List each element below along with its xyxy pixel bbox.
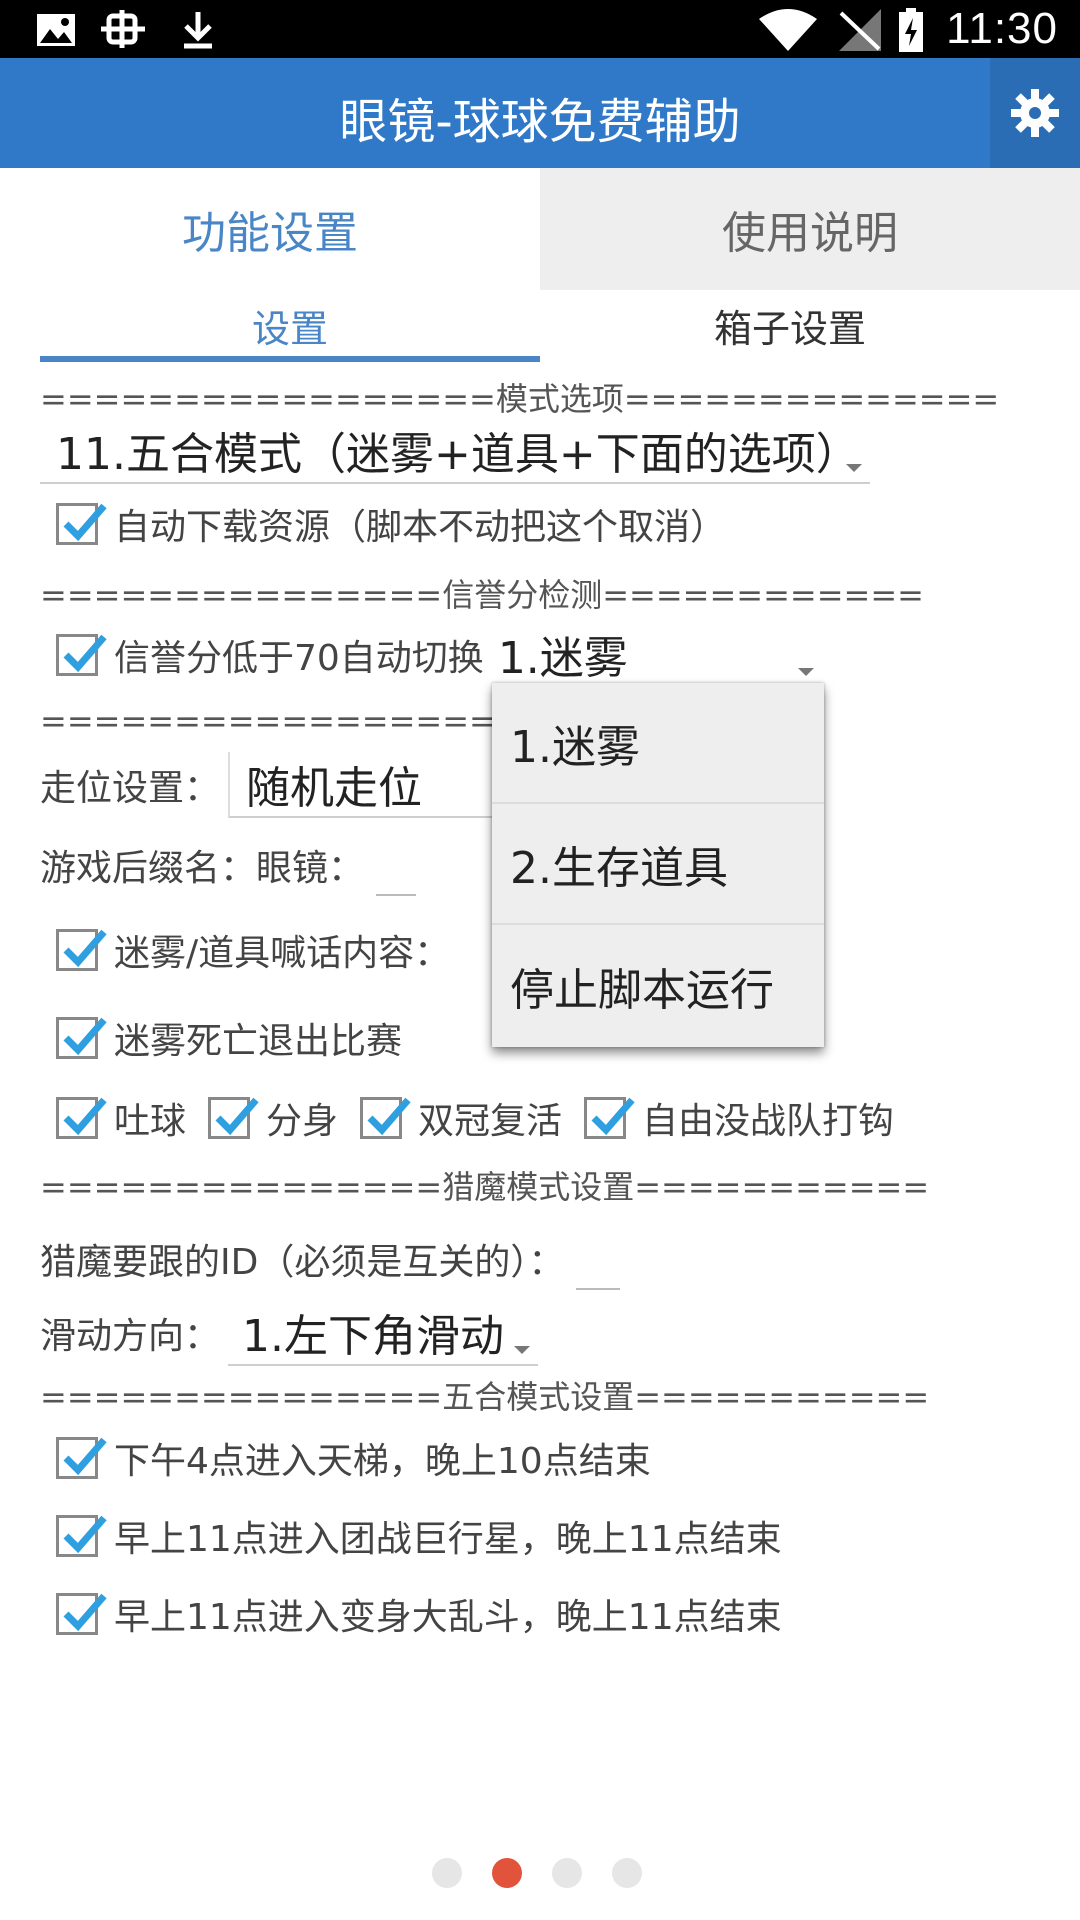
split-checkbox[interactable] bbox=[208, 1097, 259, 1139]
spit-ball-checkbox[interactable] bbox=[56, 1097, 107, 1139]
chevron-down-icon bbox=[797, 668, 814, 676]
swipe-direction-select[interactable]: 1.左下角滑动 bbox=[228, 1300, 539, 1366]
game-suffix-row: 游戏后缀名：眼镜： bbox=[40, 834, 417, 896]
section-five-mode: ===============五合模式设置=========== bbox=[40, 1372, 929, 1418]
auto-download-label: 自动下载资源（脚本不动把这个取消） bbox=[114, 507, 727, 548]
chat-content-checkbox[interactable] bbox=[56, 929, 107, 971]
credit-switch-dropdown: 1.迷雾 2.生存道具 停止脚本运行 bbox=[492, 683, 824, 1047]
chevron-down-icon bbox=[846, 464, 862, 472]
mode-select[interactable]: 11.五合模式（迷雾+道具+下面的选项） bbox=[40, 418, 870, 484]
dropdown-option-stop-script[interactable]: 停止脚本运行 bbox=[492, 925, 824, 1046]
check-icon bbox=[63, 1515, 107, 1554]
section-credit-label: ===============信誉分检测============ bbox=[40, 576, 924, 614]
section-mode: =================模式选项============== bbox=[40, 374, 999, 420]
free-no-team-label: 自由没战队打钩 bbox=[642, 1101, 895, 1142]
credit-switch-label: 信誉分低于70自动切换 bbox=[114, 638, 484, 679]
credit-switch-checkbox[interactable] bbox=[56, 634, 107, 676]
credit-switch-row: 信誉分低于70自动切换 1.迷雾 bbox=[56, 622, 822, 688]
page-dot[interactable] bbox=[432, 1858, 462, 1888]
check-icon bbox=[63, 1097, 107, 1136]
auto-download-row: 自动下载资源（脚本不动把这个取消） bbox=[56, 498, 726, 550]
section-hunt: ===============猎魔模式设置=========== bbox=[40, 1162, 929, 1208]
check-icon bbox=[367, 1097, 411, 1136]
mode-select-value: 11.五合模式（迷雾+道具+下面的选项） bbox=[56, 429, 860, 480]
walk-setting-select[interactable]: 随机走位 bbox=[228, 752, 499, 818]
fog-death-exit-checkbox[interactable] bbox=[56, 1017, 107, 1059]
walk-setting-value: 随机走位 bbox=[246, 763, 423, 814]
five-mode-option-row: 下午4点进入天梯，晚上10点结束 bbox=[56, 1432, 651, 1484]
page-indicator bbox=[432, 1858, 672, 1888]
section-hunt-label: ===============猎魔模式设置=========== bbox=[40, 1168, 930, 1206]
spit-ball-label: 吐球 bbox=[114, 1101, 187, 1142]
double-crown-revive-label: 双冠复活 bbox=[418, 1101, 563, 1142]
swipe-direction-value: 1.左下角滑动 bbox=[242, 1311, 504, 1362]
game-suffix-label: 游戏后缀名：眼镜： bbox=[40, 848, 365, 889]
walk-setting-row: 走位设置： 随机走位 bbox=[40, 752, 499, 818]
transform-brawl-checkbox[interactable] bbox=[56, 1593, 107, 1635]
hunt-id-label: 猎魔要跟的ID（必须是互关的）： bbox=[40, 1242, 565, 1283]
check-icon bbox=[215, 1097, 259, 1136]
chevron-down-icon bbox=[514, 1346, 531, 1354]
walk-setting-label: 走位设置： bbox=[40, 768, 221, 809]
section-mode-label: =================模式选项============== bbox=[40, 380, 1000, 418]
dropdown-option-survival-items[interactable]: 2.生存道具 bbox=[492, 804, 824, 925]
check-icon bbox=[63, 1437, 107, 1476]
game-suffix-input[interactable] bbox=[376, 874, 417, 896]
check-icon bbox=[63, 634, 107, 673]
check-icon bbox=[63, 1593, 107, 1632]
credit-switch-select[interactable]: 1.迷雾 bbox=[491, 622, 822, 688]
fog-death-exit-row: 迷雾死亡退出比赛 bbox=[56, 1012, 402, 1064]
ladder-label: 下午4点进入天梯，晚上10点结束 bbox=[114, 1441, 651, 1482]
chat-content-label: 迷雾/道具喊话内容： bbox=[114, 933, 451, 974]
hunt-id-row: 猎魔要跟的ID（必须是互关的）： bbox=[40, 1228, 621, 1290]
ladder-checkbox[interactable] bbox=[56, 1437, 107, 1479]
swipe-direction-label: 滑动方向： bbox=[40, 1316, 221, 1357]
fog-death-exit-label: 迷雾死亡退出比赛 bbox=[114, 1021, 403, 1062]
split-label: 分身 bbox=[266, 1101, 339, 1142]
check-icon bbox=[591, 1097, 635, 1136]
page-dot[interactable] bbox=[552, 1858, 582, 1888]
auto-download-checkbox[interactable] bbox=[56, 503, 107, 545]
section-credit: ===============信誉分检测============ bbox=[40, 570, 924, 616]
page-dot[interactable] bbox=[612, 1858, 642, 1888]
credit-switch-value: 1.迷雾 bbox=[497, 633, 628, 684]
team-battle-label: 早上11点进入团战巨行星，晚上11点结束 bbox=[114, 1519, 782, 1560]
check-icon bbox=[63, 929, 107, 968]
double-crown-revive-checkbox[interactable] bbox=[360, 1097, 411, 1139]
five-mode-option-row: 早上11点进入团战巨行星，晚上11点结束 bbox=[56, 1510, 782, 1562]
team-battle-checkbox[interactable] bbox=[56, 1515, 107, 1557]
toggles-row: 吐球 分身 双冠复活 自由没战队打钩 bbox=[56, 1092, 894, 1144]
section-five-mode-label: ===============五合模式设置=========== bbox=[40, 1378, 930, 1416]
mode-row: 11.五合模式（迷雾+道具+下面的选项） bbox=[40, 418, 870, 484]
transform-brawl-label: 早上11点进入变身大乱斗，晚上11点结束 bbox=[114, 1597, 782, 1638]
five-mode-option-row: 早上11点进入变身大乱斗，晚上11点结束 bbox=[56, 1588, 782, 1640]
check-icon bbox=[63, 1017, 107, 1056]
check-icon bbox=[63, 503, 107, 542]
dropdown-option-fog[interactable]: 1.迷雾 bbox=[492, 683, 824, 804]
chat-content-row: 迷雾/道具喊话内容： bbox=[56, 924, 450, 976]
swipe-direction-row: 滑动方向： 1.左下角滑动 bbox=[40, 1300, 539, 1366]
free-no-team-checkbox[interactable] bbox=[584, 1097, 635, 1139]
hunt-id-input[interactable] bbox=[576, 1268, 621, 1290]
page-dot-active[interactable] bbox=[492, 1858, 522, 1888]
